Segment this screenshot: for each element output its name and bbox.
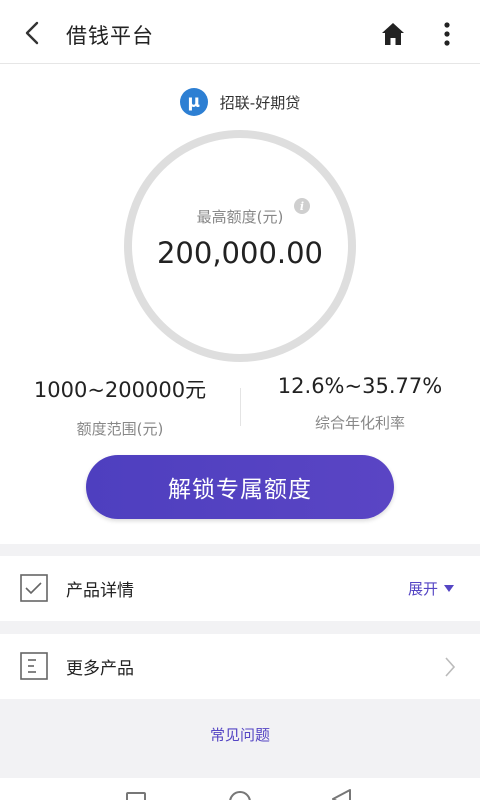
more-products-row[interactable]: 更多产品: [0, 634, 480, 699]
checkbox-list-icon: [20, 574, 48, 602]
amount-range-stat: 1000~200000元 额度范围(元): [0, 374, 240, 439]
faq-link[interactable]: 常见问题: [0, 724, 480, 745]
expand-toggle[interactable]: 展开: [408, 578, 454, 599]
interest-rate-stat: 12.6%~35.77% 综合年化利率: [240, 374, 480, 433]
brand-logo-icon: µ: [179, 88, 208, 116]
chevron-right-icon: [445, 657, 456, 677]
expand-label: 展开: [407, 580, 438, 598]
more-vertical-icon[interactable]: [436, 20, 458, 48]
triangle-down-icon: [444, 585, 454, 592]
interest-rate-label: 综合年化利率: [314, 414, 405, 432]
more-products-label: 更多产品: [66, 659, 134, 679]
app-header: 借钱平台: [0, 0, 480, 64]
product-name: 招联-好期贷: [219, 93, 301, 112]
page-title: 借钱平台: [66, 24, 154, 48]
back-triangle-icon[interactable]: [330, 788, 352, 800]
product-details-label: 产品详情: [66, 581, 134, 601]
info-icon[interactable]: i: [294, 198, 310, 214]
system-nav-bar: [0, 778, 480, 800]
document-list-icon: [20, 652, 48, 680]
max-amount-label: 最高额度(元): [196, 208, 284, 226]
unlock-limit-button[interactable]: 解锁专属额度: [86, 455, 394, 519]
amount-range-value: 1000~200000元: [33, 378, 207, 402]
amount-range-label: 额度范围(元): [76, 420, 164, 438]
interest-rate-value: 12.6%~35.77%: [277, 374, 443, 398]
max-amount-value: 200,000.00: [156, 236, 324, 270]
product-brand: µ 招联-好期贷: [0, 88, 480, 116]
product-card: µ 招联-好期贷 最高额度(元) i 200,000.00 1000~20000…: [0, 64, 480, 544]
home-icon[interactable]: [380, 21, 406, 47]
product-details-row[interactable]: 产品详情 展开: [0, 556, 480, 621]
back-chevron-icon[interactable]: [20, 20, 46, 46]
recents-square-icon[interactable]: [126, 792, 146, 800]
home-circle-icon[interactable]: [229, 791, 251, 800]
